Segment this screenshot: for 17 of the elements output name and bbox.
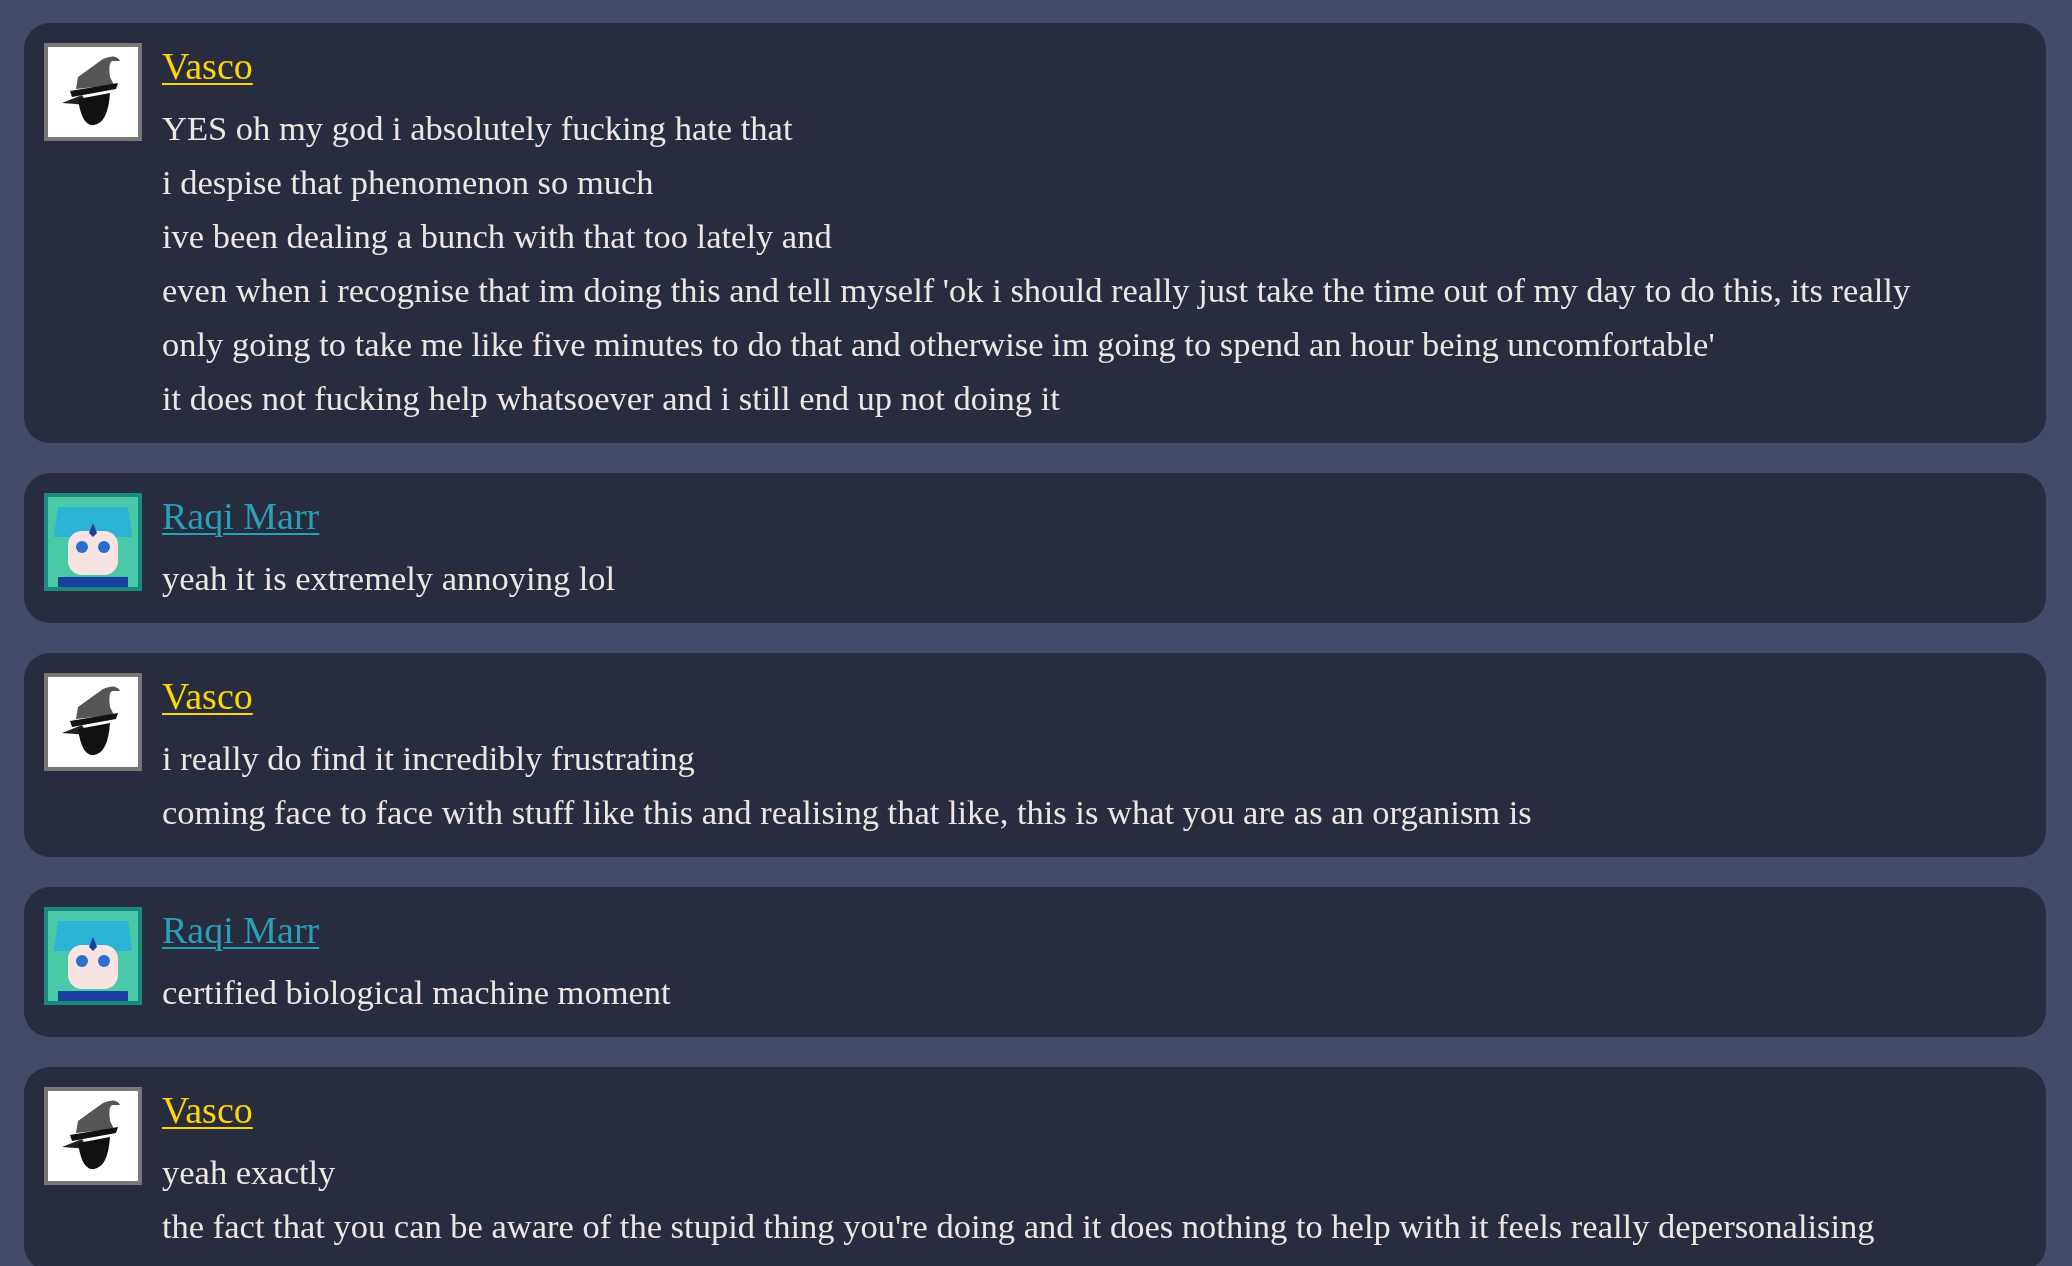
- message-text: yeah it is extremely annoying lol: [162, 558, 616, 599]
- author-name-link[interactable]: Vasco: [162, 43, 253, 89]
- message-text: the fact that you can be aware of the stupid thing you're doing and it does nothing to help with it feels really depersonalising: [162, 1206, 1875, 1247]
- author-name-link[interactable]: Raqi Marr: [162, 493, 320, 539]
- message-text: i really do find it incredibly frustrating: [162, 738, 696, 779]
- author-name-link[interactable]: Vasco: [162, 1087, 253, 1133]
- author-name-link[interactable]: Vasco: [162, 673, 253, 719]
- message-text: it does not fucking help whatsoever and i still end up not doing it: [162, 378, 1061, 419]
- message-text: even when i recognise that im doing this and tell myself 'ok i should really just take the time out of my day to do this, its really: [162, 270, 1911, 311]
- message-text: certified biological machine moment: [162, 972, 671, 1013]
- author-name-link[interactable]: Raqi Marr: [162, 907, 320, 953]
- message-text: YES oh my god i absolutely fucking hate that: [162, 108, 794, 149]
- message-text: i despise that phenomenon so much: [162, 162, 655, 203]
- message-text: only going to take me like five minutes to do that and otherwise im going to spend an hour being uncomfortable': [162, 324, 1716, 365]
- message-text: coming face to face with stuff like this and realising that like, this is what you are as an organism is: [162, 792, 1532, 833]
- message-text: ive been dealing a bunch with that too lately and: [162, 216, 833, 257]
- message-text: yeah exactly: [162, 1152, 337, 1193]
